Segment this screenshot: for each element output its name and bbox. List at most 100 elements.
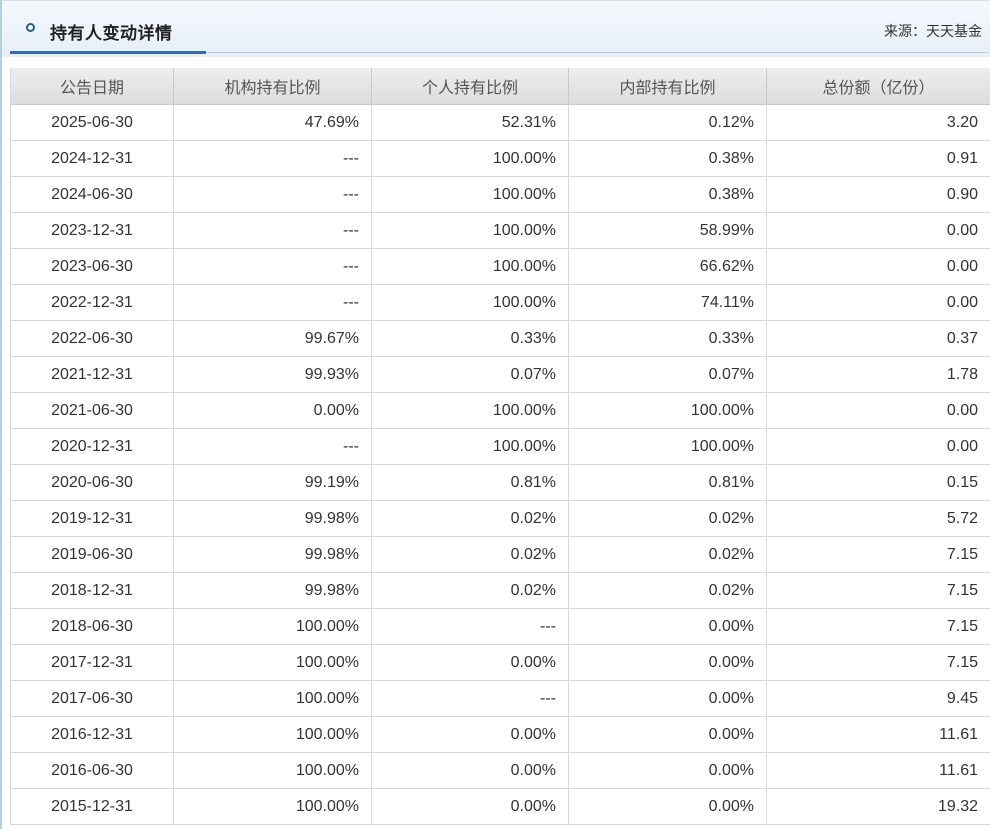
cell-total-shares: 7.15 bbox=[766, 644, 990, 681]
cell-internal: 0.07% bbox=[568, 356, 767, 393]
cell-total-shares: 7.15 bbox=[766, 536, 990, 573]
cell-institution: 0.00% bbox=[173, 392, 372, 429]
table-row: 2015-12-31 100.00% 0.00% 0.00% 19.32 bbox=[10, 788, 990, 825]
cell-individual: --- bbox=[371, 680, 569, 717]
cell-total-shares: 3.20 bbox=[766, 104, 990, 141]
table-row: 2016-06-30 100.00% 0.00% 0.00% 11.61 bbox=[10, 752, 990, 789]
cell-institution: 99.19% bbox=[173, 464, 372, 501]
cell-institution: 100.00% bbox=[173, 680, 372, 717]
cell-total-shares: 0.00 bbox=[766, 392, 990, 429]
cell-individual: 0.33% bbox=[371, 320, 569, 357]
cell-institution: 100.00% bbox=[173, 752, 372, 789]
cell-individual: --- bbox=[371, 608, 569, 645]
cell-individual: 0.02% bbox=[371, 536, 569, 573]
table-header-row: 公告日期 机构持有比例 个人持有比例 内部持有比例 总份额（亿份） bbox=[10, 68, 990, 105]
cell-total-shares: 0.00 bbox=[766, 428, 990, 465]
table-row: 2025-06-30 47.69% 52.31% 0.12% 3.20 bbox=[10, 104, 990, 141]
cell-internal: 0.02% bbox=[568, 500, 767, 537]
table-row: 2019-12-31 99.98% 0.02% 0.02% 5.72 bbox=[10, 500, 990, 537]
table-row: 2023-06-30 --- 100.00% 66.62% 0.00 bbox=[10, 248, 990, 285]
holder-changes-panel: 持有人变动详情 来源：天天基金 公告日期 机构持有比例 个人持有比例 内部持有比… bbox=[0, 0, 990, 829]
cell-individual: 100.00% bbox=[371, 140, 569, 177]
column-header-individual: 个人持有比例 bbox=[371, 68, 569, 105]
cell-total-shares: 0.91 bbox=[766, 140, 990, 177]
cell-institution: 99.98% bbox=[173, 500, 372, 537]
cell-institution: 100.00% bbox=[173, 644, 372, 681]
cell-date: 2017-12-31 bbox=[10, 644, 174, 681]
table-row: 2022-06-30 99.67% 0.33% 0.33% 0.37 bbox=[10, 320, 990, 357]
cell-individual: 0.07% bbox=[371, 356, 569, 393]
cell-total-shares: 0.00 bbox=[766, 284, 990, 321]
cell-date: 2019-12-31 bbox=[10, 500, 174, 537]
cell-total-shares: 11.61 bbox=[766, 716, 990, 753]
cell-total-shares: 1.78 bbox=[766, 356, 990, 393]
column-header-date: 公告日期 bbox=[10, 68, 174, 105]
table-row: 2021-06-30 0.00% 100.00% 100.00% 0.00 bbox=[10, 392, 990, 429]
cell-total-shares: 11.61 bbox=[766, 752, 990, 789]
cell-internal: 100.00% bbox=[568, 428, 767, 465]
cell-date: 2017-06-30 bbox=[10, 680, 174, 717]
cell-individual: 52.31% bbox=[371, 104, 569, 141]
header-accent-bar bbox=[10, 51, 206, 54]
cell-institution: 99.67% bbox=[173, 320, 372, 357]
cell-date: 2016-12-31 bbox=[10, 716, 174, 753]
cell-institution: --- bbox=[173, 428, 372, 465]
table-row: 2023-12-31 --- 100.00% 58.99% 0.00 bbox=[10, 212, 990, 249]
cell-internal: 58.99% bbox=[568, 212, 767, 249]
cell-internal: 66.62% bbox=[568, 248, 767, 285]
cell-internal: 0.00% bbox=[568, 716, 767, 753]
column-header-institution: 机构持有比例 bbox=[173, 68, 372, 105]
cell-date: 2023-12-31 bbox=[10, 212, 174, 249]
cell-internal: 0.00% bbox=[568, 608, 767, 645]
cell-individual: 100.00% bbox=[371, 428, 569, 465]
cell-date: 2022-06-30 bbox=[10, 320, 174, 357]
table-row: 2020-12-31 --- 100.00% 100.00% 0.00 bbox=[10, 428, 990, 465]
cell-individual: 0.00% bbox=[371, 788, 569, 825]
table-row: 2018-06-30 100.00% --- 0.00% 7.15 bbox=[10, 608, 990, 645]
cell-internal: 0.00% bbox=[568, 644, 767, 681]
cell-individual: 100.00% bbox=[371, 284, 569, 321]
cell-individual: 100.00% bbox=[371, 248, 569, 285]
cell-institution: 100.00% bbox=[173, 716, 372, 753]
cell-date: 2021-12-31 bbox=[10, 356, 174, 393]
cell-internal: 0.02% bbox=[568, 572, 767, 609]
cell-internal: 100.00% bbox=[568, 392, 767, 429]
cell-date: 2022-12-31 bbox=[10, 284, 174, 321]
cell-individual: 0.00% bbox=[371, 752, 569, 789]
cell-internal: 0.81% bbox=[568, 464, 767, 501]
cell-date: 2019-06-30 bbox=[10, 536, 174, 573]
cell-institution: --- bbox=[173, 248, 372, 285]
panel-header: 持有人变动详情 来源：天天基金 bbox=[2, 0, 990, 57]
cell-total-shares: 9.45 bbox=[766, 680, 990, 717]
cell-institution: --- bbox=[173, 140, 372, 177]
cell-internal: 0.00% bbox=[568, 788, 767, 825]
cell-individual: 0.81% bbox=[371, 464, 569, 501]
table-row: 2019-06-30 99.98% 0.02% 0.02% 7.15 bbox=[10, 536, 990, 573]
cell-total-shares: 0.15 bbox=[766, 464, 990, 501]
cell-date: 2016-06-30 bbox=[10, 752, 174, 789]
cell-total-shares: 0.90 bbox=[766, 176, 990, 213]
cell-institution: 100.00% bbox=[173, 788, 372, 825]
cell-institution: 99.98% bbox=[173, 572, 372, 609]
cell-internal: 0.02% bbox=[568, 536, 767, 573]
table-row: 2020-06-30 99.19% 0.81% 0.81% 0.15 bbox=[10, 464, 990, 501]
table-row: 2017-06-30 100.00% --- 0.00% 9.45 bbox=[10, 680, 990, 717]
cell-individual: 0.02% bbox=[371, 572, 569, 609]
table-row: 2017-12-31 100.00% 0.00% 0.00% 7.15 bbox=[10, 644, 990, 681]
cell-individual: 100.00% bbox=[371, 392, 569, 429]
cell-individual: 0.00% bbox=[371, 716, 569, 753]
cell-institution: --- bbox=[173, 176, 372, 213]
holders-table: 公告日期 机构持有比例 个人持有比例 内部持有比例 总份额（亿份） 2025-0… bbox=[10, 68, 990, 825]
cell-institution: --- bbox=[173, 212, 372, 249]
table-row: 2016-12-31 100.00% 0.00% 0.00% 11.61 bbox=[10, 716, 990, 753]
cell-internal: 0.38% bbox=[568, 140, 767, 177]
table-row: 2022-12-31 --- 100.00% 74.11% 0.00 bbox=[10, 284, 990, 321]
cell-total-shares: 7.15 bbox=[766, 572, 990, 609]
cell-total-shares: 19.32 bbox=[766, 788, 990, 825]
column-header-total-shares: 总份额（亿份） bbox=[766, 68, 990, 105]
cell-total-shares: 5.72 bbox=[766, 500, 990, 537]
cell-total-shares: 0.00 bbox=[766, 212, 990, 249]
cell-date: 2023-06-30 bbox=[10, 248, 174, 285]
cell-date: 2025-06-30 bbox=[10, 104, 174, 141]
cell-institution: 100.00% bbox=[173, 608, 372, 645]
